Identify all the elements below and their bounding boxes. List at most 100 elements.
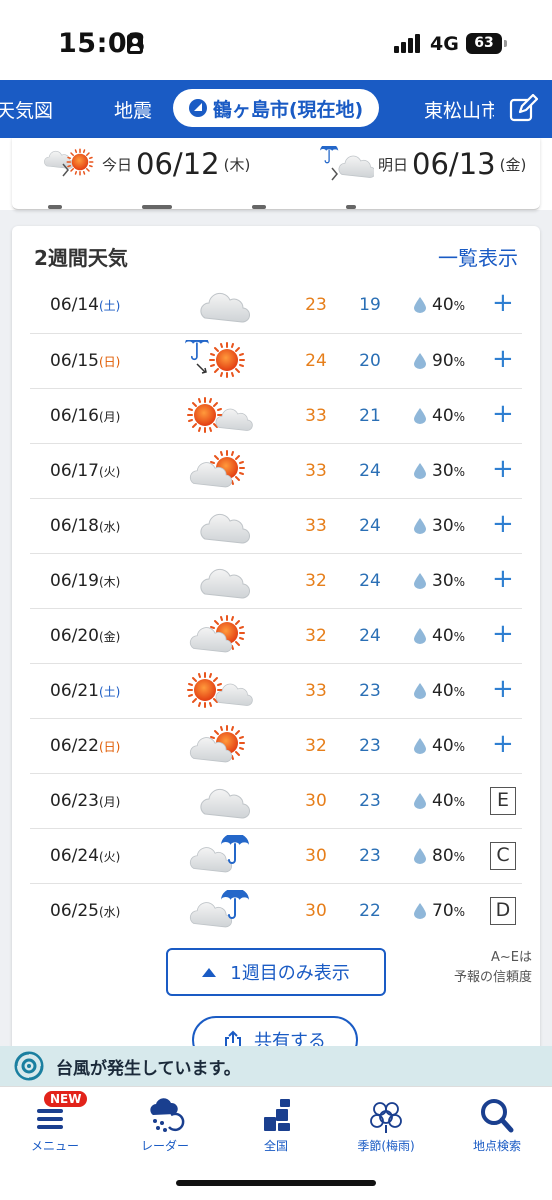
low-temp: 23 <box>359 736 381 756</box>
cloudy-icon <box>200 292 251 323</box>
sunny-with-clouds-icon <box>187 672 253 708</box>
precip-probability: 40% <box>432 791 465 811</box>
low-temp: 24 <box>359 461 381 481</box>
raindrop-icon <box>414 903 426 919</box>
forecast-date: 06/20(金) <box>50 626 120 646</box>
reliability-note: A~Eは 予報の信頼度 <box>432 948 532 988</box>
low-temp: 24 <box>359 571 381 591</box>
battery-icon: 63 <box>466 33 507 54</box>
high-temp: 32 <box>305 571 327 591</box>
tab-location-search-label: 地点検索 <box>472 1139 521 1153</box>
person-icon <box>127 34 143 54</box>
precip-probability: 40% <box>432 406 465 426</box>
today-date: 06/12 <box>136 147 220 181</box>
cloudy-with-sun-icon <box>189 450 245 488</box>
precip-unit: % <box>453 575 466 589</box>
today-label: 今日 <box>102 155 133 174</box>
network-type: 4G <box>430 33 459 55</box>
rain-then-sunny-icon <box>185 340 245 378</box>
raindrop-icon <box>414 738 426 754</box>
raindrop-icon <box>414 463 426 479</box>
precip-probability: 90% <box>432 351 465 371</box>
precip-value: 30 <box>432 516 454 536</box>
cloudy-icon <box>200 513 251 544</box>
precip-probability: 40% <box>432 736 465 756</box>
expand-plus-icon[interactable]: + <box>492 729 514 759</box>
reliability-grade[interactable]: D <box>490 897 516 925</box>
tomorrow-summary[interactable]: 明日 06/13 (金) <box>318 146 526 182</box>
tab-radar[interactable]: レーダー <box>110 1095 220 1159</box>
forecast-row[interactable]: 06/14(土) 23 19 40% + <box>30 278 522 333</box>
expand-plus-icon[interactable]: + <box>492 674 514 704</box>
tab-nationwide[interactable]: 全国 <box>221 1095 331 1159</box>
two-week-forecast-card: 2週間天気 一覧表示 06/14(土) 23 19 40% +06/15(日) 24 20 9… <box>12 226 540 1056</box>
expand-plus-icon[interactable]: + <box>492 288 514 318</box>
tab-season[interactable]: 季節(梅雨) <box>331 1095 441 1159</box>
list-view-link[interactable]: 一覧表示 <box>438 242 518 271</box>
expand-plus-icon[interactable]: + <box>492 619 514 649</box>
today-summary[interactable]: 今日 06/12 (木) <box>42 146 250 182</box>
forecast-row[interactable]: 06/18(水) 33 24 30% + <box>30 498 522 553</box>
reliability-grade[interactable]: C <box>490 842 516 870</box>
home-indicator <box>176 1180 376 1186</box>
date-strip: 今日 06/12 (木) 明日 06/13 (金) <box>0 138 552 210</box>
forecast-row[interactable]: 06/17(火) 33 24 30% + <box>30 443 522 498</box>
raindrop-icon <box>414 628 426 644</box>
nav-item-current-location[interactable]: 鶴ヶ島市(現在地) <box>173 89 379 127</box>
japan-map-icon <box>264 1099 290 1131</box>
forecast-row[interactable]: 06/19(木) 32 24 30% + <box>30 553 522 608</box>
precip-unit: % <box>453 520 466 534</box>
forecast-date: 06/23(月) <box>50 791 120 811</box>
low-temp: 23 <box>359 846 381 866</box>
typhoon-banner[interactable]: 台風が発生しています。 <box>0 1046 552 1086</box>
forecast-date: 06/17(火) <box>50 461 120 481</box>
forecast-date: 06/21(土) <box>50 681 120 701</box>
forecast-row[interactable]: 06/20(金) 32 24 40% + <box>30 608 522 663</box>
raindrop-icon <box>414 518 426 534</box>
expand-plus-icon[interactable]: + <box>492 564 514 594</box>
low-temp: 24 <box>359 626 381 646</box>
forecast-row[interactable]: 06/16(月) 33 21 40% + <box>30 388 522 443</box>
forecast-row[interactable]: 06/22(日) 32 23 40% + <box>30 718 522 773</box>
forecast-row[interactable]: 06/25(水) 30 22 70% D <box>30 883 522 938</box>
cut-off-text <box>48 194 508 209</box>
forecast-day-of-week: (水) <box>99 520 121 534</box>
forecast-date-value: 06/23 <box>50 791 99 811</box>
rain-then-cloudy-icon <box>319 146 374 181</box>
expand-plus-icon[interactable]: + <box>492 509 514 539</box>
tab-menu[interactable]: NEW メニュー <box>0 1091 110 1159</box>
forecast-row[interactable]: 06/21(土) 33 23 40% + <box>30 663 522 718</box>
forecast-date-value: 06/16 <box>50 406 99 426</box>
precip-probability: 40% <box>432 681 465 701</box>
nav-item-higashimatsuyama[interactable]: 東松山市 <box>424 96 494 123</box>
reliability-grade[interactable]: E <box>490 787 516 815</box>
low-temp: 24 <box>359 516 381 536</box>
tomorrow-date: 06/13 <box>412 147 496 181</box>
nav-item-weather-map[interactable]: 天気図 <box>0 96 53 123</box>
forecast-row[interactable]: 06/23(月) 30 23 40% E <box>30 773 522 828</box>
forecast-row[interactable]: 06/24(火) 30 23 80% C <box>30 828 522 883</box>
forecast-row[interactable]: 06/15(日) 24 20 90% + <box>30 333 522 388</box>
forecast-date-value: 06/21 <box>50 681 99 701</box>
tab-location-search[interactable]: 地点検索 <box>442 1095 552 1159</box>
nav-item-earthquake[interactable]: 地震 <box>114 96 152 123</box>
reliability-note-line1: A~Eは <box>491 950 532 965</box>
sunny-with-clouds-icon <box>187 397 253 433</box>
forecast-day-of-week: (火) <box>99 465 121 479</box>
raindrop-icon <box>414 793 426 809</box>
forecast-day-of-week: (金) <box>99 630 121 644</box>
expand-plus-icon[interactable]: + <box>492 399 514 429</box>
precip-value: 40 <box>432 626 454 646</box>
expand-plus-icon[interactable]: + <box>492 454 514 484</box>
precip-unit: % <box>453 740 466 754</box>
show-first-week-button[interactable]: 1週目のみ表示 <box>166 948 386 996</box>
expand-plus-icon[interactable]: + <box>492 344 514 374</box>
precip-value: 40 <box>432 791 454 811</box>
forecast-date: 06/14(土) <box>50 295 120 315</box>
forecast-date: 06/22(日) <box>50 736 120 756</box>
precip-unit: % <box>453 630 466 644</box>
precip-value: 90 <box>432 351 454 371</box>
edit-icon[interactable] <box>508 94 538 124</box>
location-nav: 天気図 地震 鶴ヶ島市(現在地) 東松山市 <box>0 80 552 138</box>
forecast-date-value: 06/24 <box>50 846 99 866</box>
